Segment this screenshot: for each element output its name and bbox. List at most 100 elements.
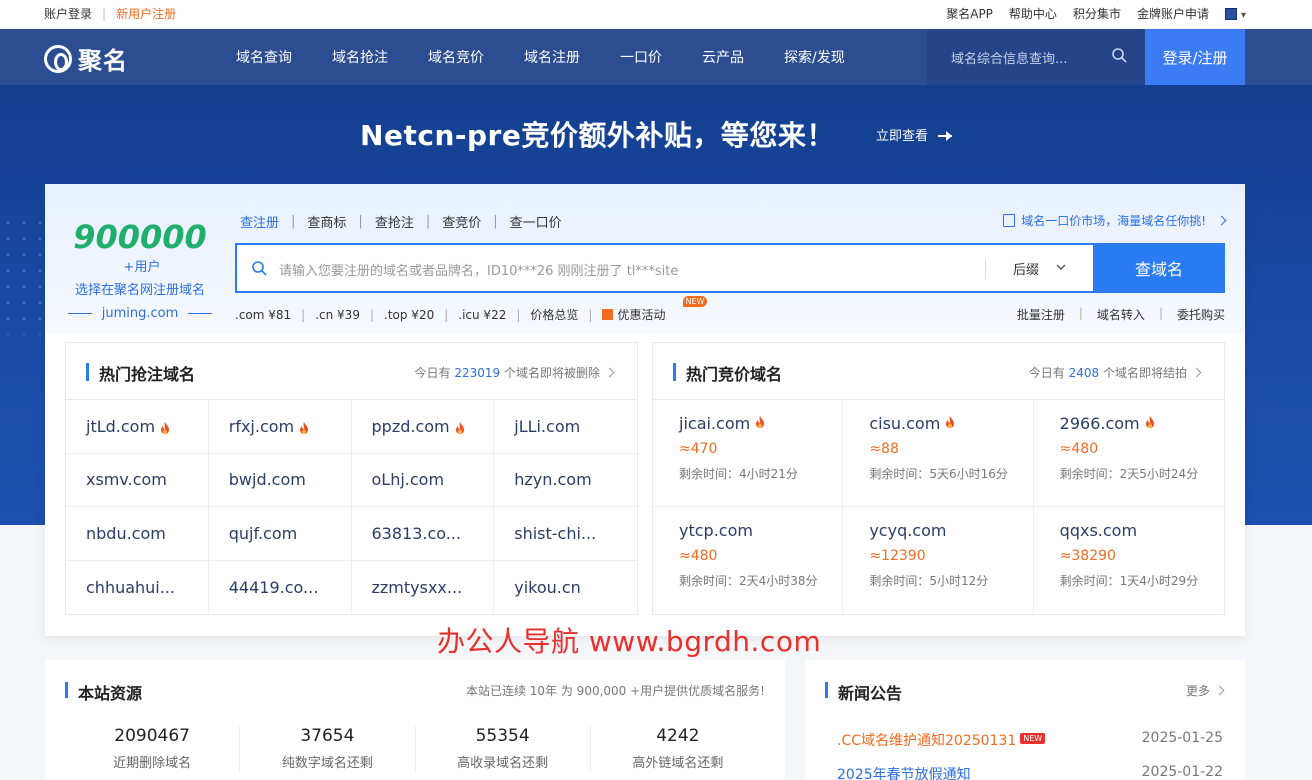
header-search[interactable]: 域名综合信息查询... (927, 29, 1145, 85)
domain-name: zzmtysxx... (371, 577, 463, 597)
user-count-unit: +用户 (123, 260, 161, 275)
points-mall-link[interactable]: 积分集市 (1073, 5, 1121, 22)
price-icu[interactable]: .icu ¥22 (448, 308, 516, 322)
fire-icon (755, 414, 765, 428)
snap-domain-cell[interactable]: chhuahui... (66, 560, 209, 614)
snap-domain-cell[interactable]: zzmtysxx... (352, 560, 495, 614)
market-link-label: 域名一口价市场，海量域名任你挑! (1021, 214, 1206, 228)
search-domain-button[interactable]: 查域名 (1093, 243, 1225, 293)
news-item-date: 2025-01-25 (1141, 730, 1223, 746)
help-center-link[interactable]: 帮助中心 (1009, 5, 1057, 22)
nav-domain-auction[interactable]: 域名竞价 (428, 47, 524, 67)
domain-name: yikou.cn (514, 577, 581, 597)
tab-check-register[interactable]: 查注册 (240, 212, 291, 231)
divider: | (102, 6, 107, 21)
snap-domain-cell[interactable]: 44419.co... (209, 560, 352, 614)
domain-name: qqxs.com (1059, 521, 1138, 540)
domain-transfer-link[interactable]: 域名转入 (1083, 306, 1159, 323)
document-icon (1003, 214, 1016, 227)
auction-domain-cell[interactable]: cisu.com ≈88 剩余时间：5天6小时16分 (843, 400, 1034, 507)
auction-domain-cell[interactable]: 2966.com ≈480 剩余时间：2天5小时24分 (1033, 400, 1224, 507)
news-more-link[interactable]: 更多 (1186, 682, 1225, 699)
logo[interactable]: 聚名 (44, 41, 128, 76)
resources-note: 本站已连续 10年 为 900,000 +用户提供优质域名服务! (465, 684, 765, 698)
search-icon[interactable] (1111, 47, 1127, 63)
auction-domain-cell[interactable]: ytcp.com ≈480 剩余时间：2天4小时38分 (653, 507, 844, 614)
panel-title: 热门抢注域名 (99, 365, 196, 384)
promotions-link[interactable]: 优惠活动 NEW (592, 296, 708, 323)
nav-cloud-products[interactable]: 云产品 (702, 47, 784, 67)
snap-domain-cell[interactable]: rfxj.com (208, 400, 352, 454)
resource-stats: 2090467 近期删除域名 37654 纯数字域名还剩 55354 高收录域名还剩 … (65, 726, 765, 771)
app-link[interactable]: 聚名APP (946, 5, 993, 22)
snap-domain-cell[interactable]: nbdu.com (66, 507, 209, 561)
market-link[interactable]: 域名一口价市场，海量域名任你挑! (1003, 212, 1227, 229)
login-register-button[interactable]: 登录/注册 (1145, 29, 1245, 85)
stat-deleted[interactable]: 2090467 近期删除域名 (65, 726, 241, 771)
nav-domain-snap[interactable]: 域名抢注 (332, 47, 428, 67)
title-marker (65, 682, 68, 698)
header-search-input[interactable]: 域名综合信息查询... (951, 48, 1067, 67)
snap-domain-cell[interactable]: 63813.co... (351, 507, 495, 561)
stat-indexed[interactable]: 55354 高收录域名还剩 (416, 726, 591, 771)
news-item[interactable]: 2025年春节放假通知 2025-01-22 (837, 764, 1223, 780)
news-item-title-text: .CC域名维护通知20250131 (837, 733, 1017, 749)
price-com[interactable]: .com ¥81 (235, 308, 301, 322)
price-cn[interactable]: .cn ¥39 (305, 308, 370, 322)
tab-check-trademark[interactable]: 查商标 (295, 212, 358, 231)
chevron-right-icon (1191, 367, 1202, 378)
flag-icon (1224, 8, 1237, 20)
suffix-prices: .com ¥81 | .cn ¥39 | .top ¥20 | .icu ¥22 | 价… (235, 296, 708, 323)
nav-domain-register[interactable]: 域名注册 (524, 47, 620, 67)
nav-explore[interactable]: 探索/发现 (784, 47, 845, 67)
snap-domain-cell[interactable]: bwjd.com (208, 453, 352, 507)
auction-domain-cell[interactable]: qqxs.com ≈38290 剩余时间：1天4小时29分 (1034, 507, 1224, 614)
tab-check-snap[interactable]: 查抢注 (363, 212, 426, 231)
gold-account-link[interactable]: 金牌账户申请 (1137, 5, 1209, 22)
login-link[interactable]: 账户登录 (44, 5, 92, 22)
snap-domain-cell[interactable]: qujf.com (208, 507, 352, 561)
auction-domain-cell[interactable]: jicai.com ≈470 剩余时间：4小时21分 (653, 400, 844, 507)
stat-numeric[interactable]: 37654 纯数字域名还剩 (240, 726, 416, 771)
snap-domain-cell[interactable]: hzyn.com (494, 454, 637, 507)
hot-auction-panel: 热门竞价域名 今日有 2408 个域名即将结拍 jicai.com ≈470 剩余时… (652, 342, 1225, 615)
auction-count-link[interactable]: 今日有 2408 个域名即将结拍 (1029, 364, 1202, 381)
bulk-register-link[interactable]: 批量注册 (1003, 306, 1079, 323)
domain-search-card: 900000 +用户 选择在聚名网注册域名 juming.com 查注册 | 查商标… (45, 184, 1245, 636)
domain-name: oLhj.com (371, 470, 445, 490)
news-item[interactable]: .CC域名维护通知20250131 NEW 2025-01-25 (837, 730, 1223, 750)
nav-fixed-price[interactable]: 一口价 (620, 47, 702, 67)
news-item-title: .CC域名维护通知20250131 NEW (837, 730, 1046, 750)
snap-domain-cell[interactable]: jtLd.com (66, 400, 209, 454)
nav-domain-query[interactable]: 域名查询 (236, 47, 332, 67)
new-badge: NEW (682, 296, 708, 307)
register-link[interactable]: 新用户注册 (116, 5, 176, 22)
note-prefix: 今日有 (414, 366, 451, 380)
snap-domain-grid: jtLd.com rfxj.com ppzd.com jLLi.com xsmv.com… (66, 400, 637, 614)
snap-domain-cell[interactable]: yikou.cn (494, 561, 637, 615)
chevron-down-icon[interactable] (1055, 261, 1067, 273)
domain-name: 44419.co... (228, 577, 319, 597)
current-price: ≈480 (1059, 441, 1099, 457)
domain-search-input[interactable]: 请输入您要注册的域名或者品牌名，ID10***26 刚刚注册了 tl***sit… (279, 260, 678, 279)
banner-cta-link[interactable]: 立即查看 (876, 125, 952, 144)
snap-domain-cell[interactable]: jLLi.com (494, 400, 637, 454)
price-overview-link[interactable]: 价格总览 (520, 306, 588, 323)
snap-count-link[interactable]: 今日有 223019 个域名即将被删除 (414, 364, 615, 381)
snap-domain-cell[interactable]: oLhj.com (351, 453, 495, 507)
suffix-select[interactable]: 后缀 (1013, 259, 1039, 278)
auction-domain-cell[interactable]: ycyq.com ≈12390 剩余时间：5小时12分 (843, 507, 1034, 614)
tab-check-fixed-price[interactable]: 查一口价 (498, 212, 574, 231)
price-top[interactable]: .top ¥20 (374, 308, 444, 322)
site-resources-card: 本站资源 本站已连续 10年 为 900,000 +用户提供优质域名服务! 20… (45, 660, 785, 780)
snap-domain-cell[interactable]: shist-chi... (494, 507, 637, 561)
stat-backlinks[interactable]: 4242 高外链域名还剩 (591, 726, 765, 771)
banner-cta-label: 立即查看 (875, 128, 928, 144)
title-marker (86, 363, 89, 381)
snap-domain-cell[interactable]: xsmv.com (66, 453, 209, 507)
snap-domain-cell[interactable]: ppzd.com (351, 400, 495, 454)
tab-check-auction[interactable]: 查竞价 (430, 212, 493, 231)
language-selector[interactable]: ▾ (1224, 7, 1246, 21)
broker-purchase-link[interactable]: 委托购买 (1163, 306, 1225, 323)
new-badge: NEW (1020, 733, 1046, 744)
